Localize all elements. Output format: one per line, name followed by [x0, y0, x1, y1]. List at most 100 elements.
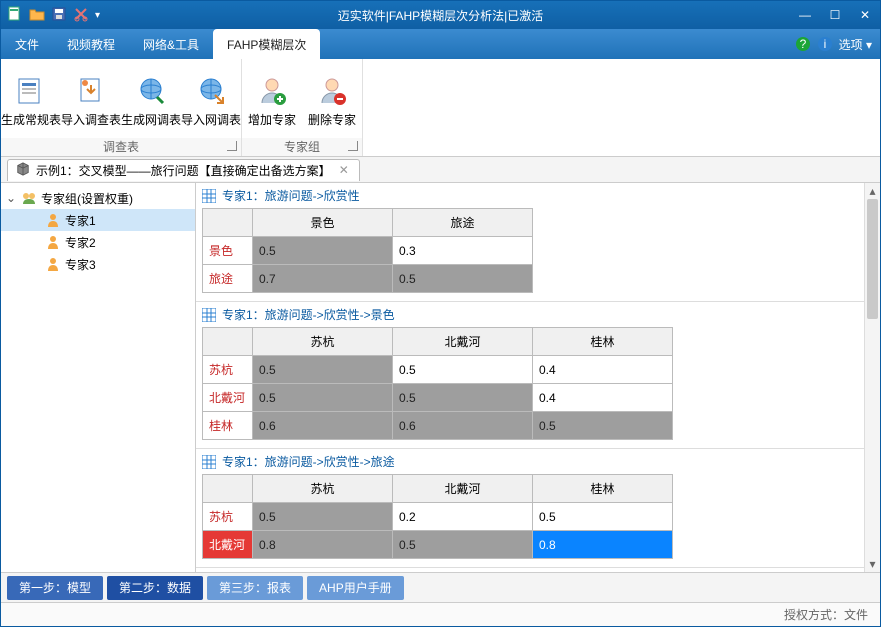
titlebar: ▾ 迈实软件|FAHP模糊层次分析法|已激活 — ☐ ✕	[1, 1, 880, 29]
tree-item[interactable]: 专家3	[1, 253, 195, 275]
menubar: 文件 视频教程 网络&工具 FAHP模糊层次 ? i 选项 ▾	[1, 29, 880, 59]
minimize-button[interactable]: —	[790, 4, 820, 26]
gen-net-button[interactable]: 生成网调表	[121, 59, 181, 138]
table-row: 北戴河0.50.50.4	[203, 384, 673, 412]
app-window: ▾ 迈实软件|FAHP模糊层次分析法|已激活 — ☐ ✕ 文件 视频教程 网络&…	[0, 0, 881, 627]
table-row: 苏杭0.50.20.5	[203, 503, 673, 531]
matrix-cell[interactable]: 0.5	[393, 531, 533, 559]
import-survey-button[interactable]: 导入调查表	[61, 59, 121, 138]
matrix-table: 景色旅途景色0.50.3旅途0.70.5	[202, 208, 533, 293]
gen-normal-button[interactable]: 生成常规表	[1, 59, 61, 138]
matrix-cell[interactable]: 0.5	[533, 412, 673, 440]
add-expert-button[interactable]: 增加专家	[242, 59, 302, 138]
row-header: 旅途	[203, 265, 253, 293]
tree-root[interactable]: ⌄ 专家组(设置权重)	[1, 187, 195, 209]
tab-close-icon[interactable]: ✕	[337, 163, 351, 177]
row-header: 北戴河	[203, 384, 253, 412]
matrix-cell[interactable]: 0.4	[533, 356, 673, 384]
matrix-cell[interactable]: 0.5	[253, 356, 393, 384]
tree-root-label: 专家组(设置权重)	[41, 190, 133, 207]
matrix-cell[interactable]: 0.5	[393, 384, 533, 412]
menu-options[interactable]: 选项 ▾	[839, 36, 872, 53]
scroll-thumb[interactable]	[867, 199, 878, 319]
grid-icon	[202, 455, 216, 469]
matrix-cell[interactable]: 0.5	[253, 384, 393, 412]
cube-icon	[16, 162, 30, 179]
step2-tab[interactable]: 第二步：数据	[107, 576, 203, 600]
document-tab-label: 示例1：交叉模型——旅行问题【直接确定出备选方案】	[36, 162, 331, 179]
matrix-cell[interactable]: 0.4	[533, 384, 673, 412]
tree-item[interactable]: 专家2	[1, 231, 195, 253]
cut-icon[interactable]	[73, 6, 89, 25]
matrix-cell[interactable]: 0.5	[393, 356, 533, 384]
matrix-cell[interactable]: 0.5	[533, 503, 673, 531]
col-header: 景色	[253, 209, 393, 237]
group-launcher-icon[interactable]	[348, 141, 358, 151]
window-title: 迈实软件|FAHP模糊层次分析法|已激活	[338, 7, 544, 24]
matrix-cell[interactable]: 0.3	[393, 237, 533, 265]
col-header: 北戴河	[393, 475, 533, 503]
menu-net[interactable]: 网络&工具	[129, 29, 213, 59]
matrix-table: 苏杭北戴河桂林苏杭0.50.20.5北戴河0.80.50.8	[202, 474, 673, 559]
manual-tab[interactable]: AHP用户手册	[307, 576, 404, 600]
col-header: 桂林	[533, 328, 673, 356]
document-tab[interactable]: 示例1：交叉模型——旅行问题【直接确定出备选方案】 ✕	[7, 159, 360, 181]
menu-video[interactable]: 视频教程	[53, 29, 129, 59]
corner-cell	[203, 328, 253, 356]
body: ⌄ 专家组(设置权重) 专家1专家2专家3 专家1：旅游问题->欣赏性景色旅途景…	[1, 183, 880, 572]
row-header: 北戴河	[203, 531, 253, 559]
person-icon	[45, 234, 61, 250]
matrix-cell[interactable]: 0.7	[253, 265, 393, 293]
maximize-button[interactable]: ☐	[820, 4, 850, 26]
matrix-cell[interactable]: 0.6	[253, 412, 393, 440]
panel-title-link[interactable]: 专家1：旅游问题->欣赏性->景色	[222, 306, 395, 323]
scroll-up-icon[interactable]: ▴	[865, 183, 880, 199]
help-icon[interactable]: ?	[795, 36, 811, 52]
group-icon	[21, 190, 37, 206]
matrix-cell[interactable]: 0.8	[533, 531, 673, 559]
menu-file[interactable]: 文件	[1, 29, 53, 59]
ribbon-group-expert: 增加专家 删除专家 专家组	[242, 59, 363, 156]
content-panel: 专家1：旅游问题->欣赏性景色旅途景色0.50.3旅途0.70.5专家1：旅游问…	[196, 183, 880, 572]
step1-tab[interactable]: 第一步：模型	[7, 576, 103, 600]
close-button[interactable]: ✕	[850, 4, 880, 26]
group-launcher-icon[interactable]	[227, 141, 237, 151]
row-header: 苏杭	[203, 503, 253, 531]
matrix-cell[interactable]: 0.5	[253, 237, 393, 265]
panel-title-link[interactable]: 专家1：旅游问题->欣赏性	[222, 187, 360, 204]
matrix-cell[interactable]: 0.2	[393, 503, 533, 531]
vertical-scrollbar[interactable]: ▴ ▾	[864, 183, 880, 572]
ribbon-group-expert-label: 专家组	[284, 140, 320, 154]
step3-tab[interactable]: 第三步：报表	[207, 576, 303, 600]
col-header: 苏杭	[253, 328, 393, 356]
matrix-cell[interactable]: 0.5	[253, 503, 393, 531]
matrix-cell[interactable]: 0.8	[253, 531, 393, 559]
grid-icon	[202, 189, 216, 203]
tree-item-label: 专家2	[65, 234, 96, 251]
person-icon	[45, 212, 61, 228]
caret-down-icon[interactable]: ⌄	[5, 191, 17, 205]
info-icon[interactable]: i	[817, 36, 833, 52]
svg-text:i: i	[823, 37, 826, 51]
svg-text:?: ?	[799, 37, 806, 51]
menu-fahp[interactable]: FAHP模糊层次	[213, 29, 320, 59]
open-icon[interactable]	[29, 6, 45, 25]
ribbon: 生成常规表 导入调查表 生成网调表 导入网调表 调查表	[1, 59, 880, 157]
person-icon	[45, 256, 61, 272]
new-icon[interactable]	[7, 6, 23, 25]
grid-icon	[202, 308, 216, 322]
table-row: 北戴河0.80.50.8	[203, 531, 673, 559]
col-header: 苏杭	[253, 475, 393, 503]
save-icon[interactable]	[51, 6, 67, 25]
qat-dropdown-icon[interactable]: ▾	[95, 10, 100, 21]
tree-item[interactable]: 专家1	[1, 209, 195, 231]
scroll-down-icon[interactable]: ▾	[865, 556, 880, 572]
del-expert-button[interactable]: 删除专家	[302, 59, 362, 138]
bottom-tabs: 第一步：模型 第二步：数据 第三步：报表 AHP用户手册	[1, 572, 880, 602]
matrix-cell[interactable]: 0.6	[393, 412, 533, 440]
row-header: 苏杭	[203, 356, 253, 384]
panel-title-link[interactable]: 专家1：旅游问题->欣赏性->旅途	[222, 453, 395, 470]
import-net-button[interactable]: 导入网调表	[181, 59, 241, 138]
status-text: 授权方式：文件	[784, 606, 868, 623]
matrix-cell[interactable]: 0.5	[393, 265, 533, 293]
